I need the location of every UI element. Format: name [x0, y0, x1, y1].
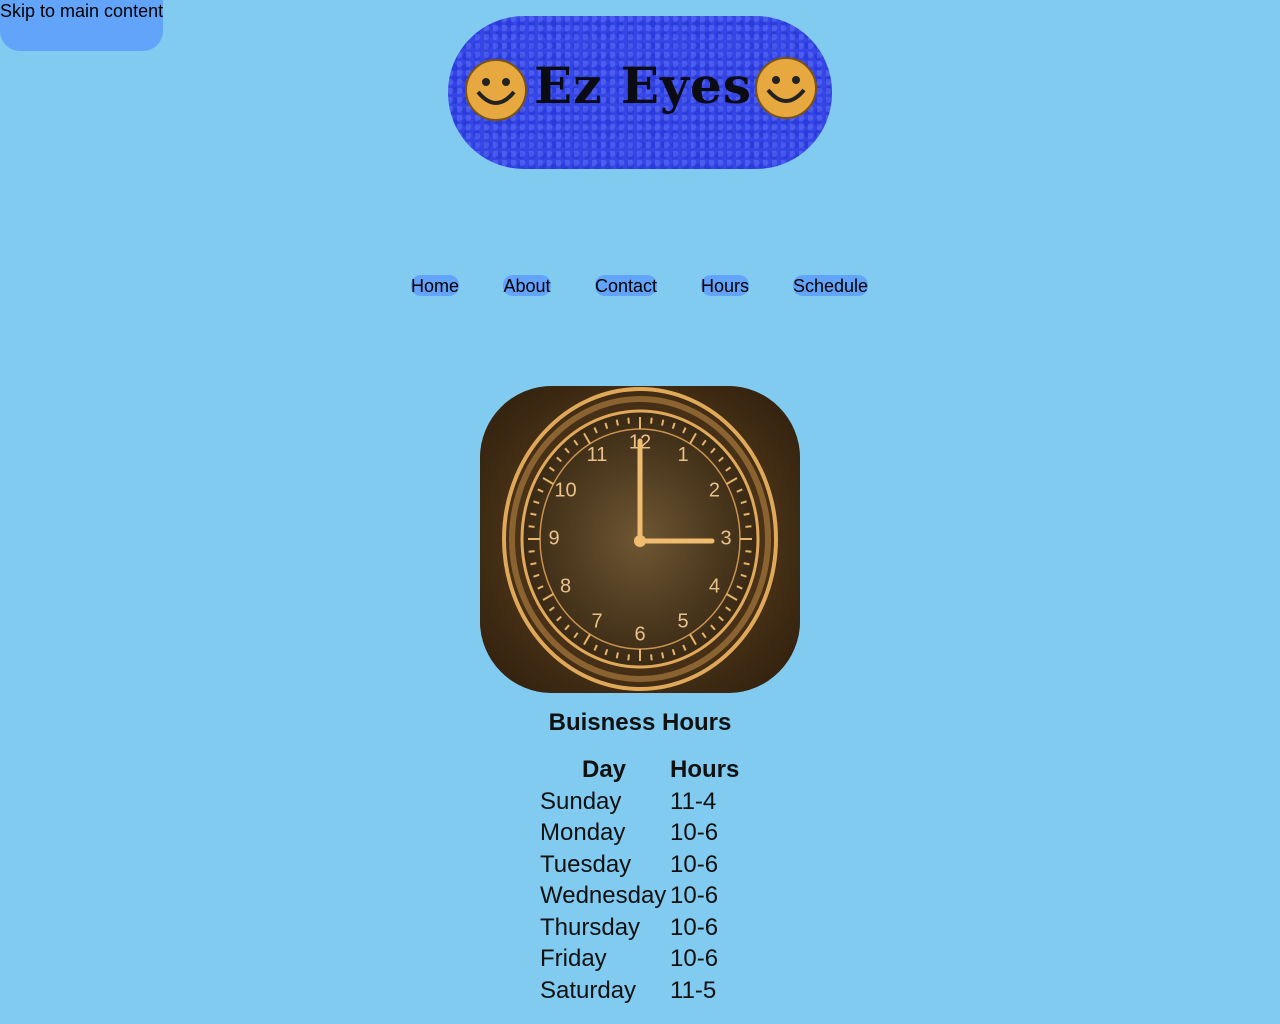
clock-numeral: 2 [709, 479, 720, 501]
nav-contact[interactable]: Contact [595, 275, 657, 296]
hours-cell: 11-5 [670, 976, 717, 1004]
table-row: Saturday 11-5 [540, 976, 739, 1006]
clock-numeral: 4 [709, 575, 720, 597]
hours-cell: 10-6 [670, 913, 719, 941]
day-column-header: Day [581, 756, 627, 783]
clock-numeral: 10 [554, 479, 576, 501]
day-cell: Tuesday [540, 850, 632, 878]
ez-eyes-logo: Ez Eyes [448, 16, 832, 169]
table-row: Sunday 11-4 [540, 787, 739, 817]
clock-numeral: 5 [677, 610, 688, 632]
clock-tick [661, 652, 665, 659]
table-row: Wednesday 10-6 [540, 882, 739, 912]
clock-tick [615, 419, 619, 426]
nav-about[interactable]: About [503, 275, 551, 296]
day-cell: Thursday [540, 913, 641, 941]
business-hours-title: Buisness Hours [548, 709, 732, 736]
logo-text: Ez Eyes [533, 56, 753, 115]
nav-hours[interactable]: Hours [701, 275, 749, 296]
hours-cell: 10-6 [670, 882, 719, 910]
clock-tick [627, 654, 630, 661]
nav-schedule[interactable]: Schedule [793, 275, 868, 296]
table-row: Thursday 10-6 [540, 913, 739, 943]
day-cell: Monday [540, 819, 626, 847]
clock-face: 121234567891011 [480, 386, 800, 693]
table-header-row: Day Hours [540, 755, 739, 785]
clock-tick [743, 562, 750, 566]
day-cell: Sunday [540, 787, 622, 815]
day-cell: Saturday [540, 976, 637, 1004]
clock-numeral: 11 [587, 444, 608, 466]
clock-tick [661, 419, 665, 426]
nav-home[interactable]: Home [411, 275, 459, 296]
clock-tick [650, 654, 653, 661]
clock-tick [745, 550, 752, 553]
table-row: Friday 10-6 [540, 945, 739, 975]
clock-tick [650, 417, 653, 424]
hours-cell: 10-6 [670, 850, 719, 878]
hours-cell: 11-4 [670, 787, 717, 815]
hours-cell: 10-6 [670, 819, 719, 847]
clock-image: 121234567891011 [480, 386, 800, 693]
skip-to-main-link[interactable]: Skip to main content [0, 0, 163, 51]
day-cell: Friday [540, 945, 607, 973]
main-nav: Home About Contact Hours Schedule [0, 275, 1280, 297]
day-cell: Wednesday [540, 882, 667, 910]
clock-tick [745, 525, 752, 528]
clock-tick [627, 417, 630, 424]
smiley-left-icon [465, 59, 527, 121]
clock-numeral: 8 [560, 575, 571, 597]
table-row: Monday 10-6 [540, 819, 739, 849]
clock-tick [530, 562, 537, 566]
clock-tick [530, 512, 537, 516]
clock-numeral: 7 [591, 610, 602, 632]
clock-tick [528, 550, 535, 553]
clock-tick [743, 512, 750, 516]
hours-column-header: Hours [670, 756, 740, 783]
clock-numeral: 3 [720, 527, 731, 549]
clock-numeral: 6 [634, 623, 645, 645]
hours-cell: 10-6 [670, 945, 719, 973]
clock-tick [615, 652, 619, 659]
clock-numeral: 1 [677, 444, 688, 466]
clock-numeral: 9 [548, 527, 559, 549]
clock-tick [528, 525, 535, 528]
hours-table: Day Hours Sunday 11-4 Monday 10-6 Tuesda… [538, 753, 741, 1008]
table-row: Tuesday 10-6 [540, 850, 739, 880]
